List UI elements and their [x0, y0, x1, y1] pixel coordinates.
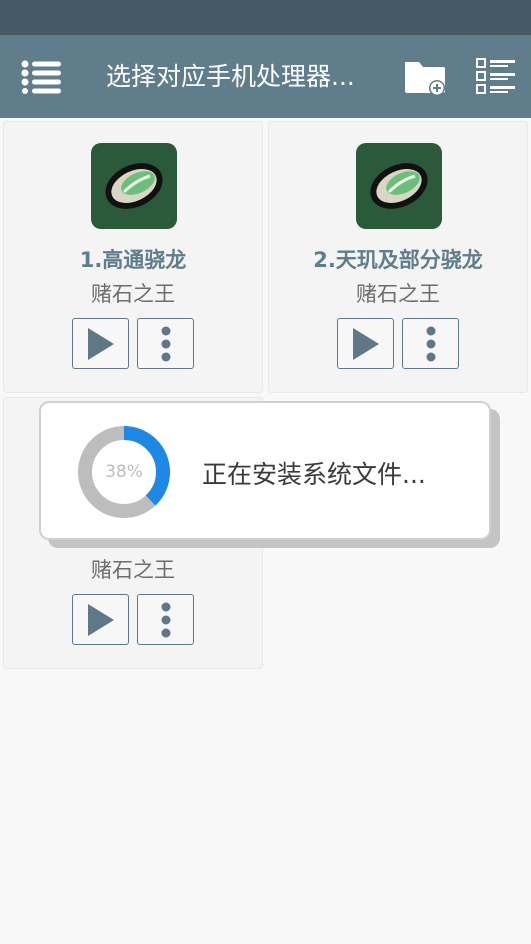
play-icon — [87, 327, 114, 360]
app-bar: 选择对应手机处理器... — [0, 35, 531, 118]
checklist-icon[interactable] — [472, 35, 520, 118]
play-button[interactable] — [72, 594, 129, 645]
play-icon — [352, 327, 379, 360]
play-button[interactable] — [337, 318, 394, 369]
more-vert-icon — [161, 602, 170, 637]
green-gem-icon — [91, 143, 177, 229]
more-options-button[interactable] — [137, 318, 194, 369]
dialog-message: 正在安装系统文件... — [202, 460, 426, 489]
card-item[interactable]: 1.高通骁龙 赌石之王 — [3, 121, 263, 393]
more-vert-icon — [161, 326, 170, 361]
status-bar — [0, 0, 531, 35]
card-subtitle: 赌石之王 — [91, 558, 175, 582]
card-title: 2.天玑及部分骁龙 — [313, 248, 483, 272]
card-title: 1.高通骁龙 — [79, 248, 187, 272]
card-subtitle: 赌石之王 — [91, 282, 175, 306]
card-item[interactable]: 2.天玑及部分骁龙 赌石之王 — [268, 121, 528, 393]
progress-percent-label: 38% — [105, 462, 143, 482]
more-vert-icon — [426, 326, 435, 361]
more-options-button[interactable] — [137, 594, 194, 645]
menu-list-icon[interactable] — [14, 35, 70, 118]
card-subtitle: 赌石之王 — [356, 282, 440, 306]
page-title: 选择对应手机处理器... — [106, 62, 355, 91]
more-options-button[interactable] — [402, 318, 459, 369]
green-gem-icon — [356, 143, 442, 229]
play-button[interactable] — [72, 318, 129, 369]
folder-add-icon[interactable] — [400, 35, 450, 118]
play-icon — [87, 603, 114, 636]
